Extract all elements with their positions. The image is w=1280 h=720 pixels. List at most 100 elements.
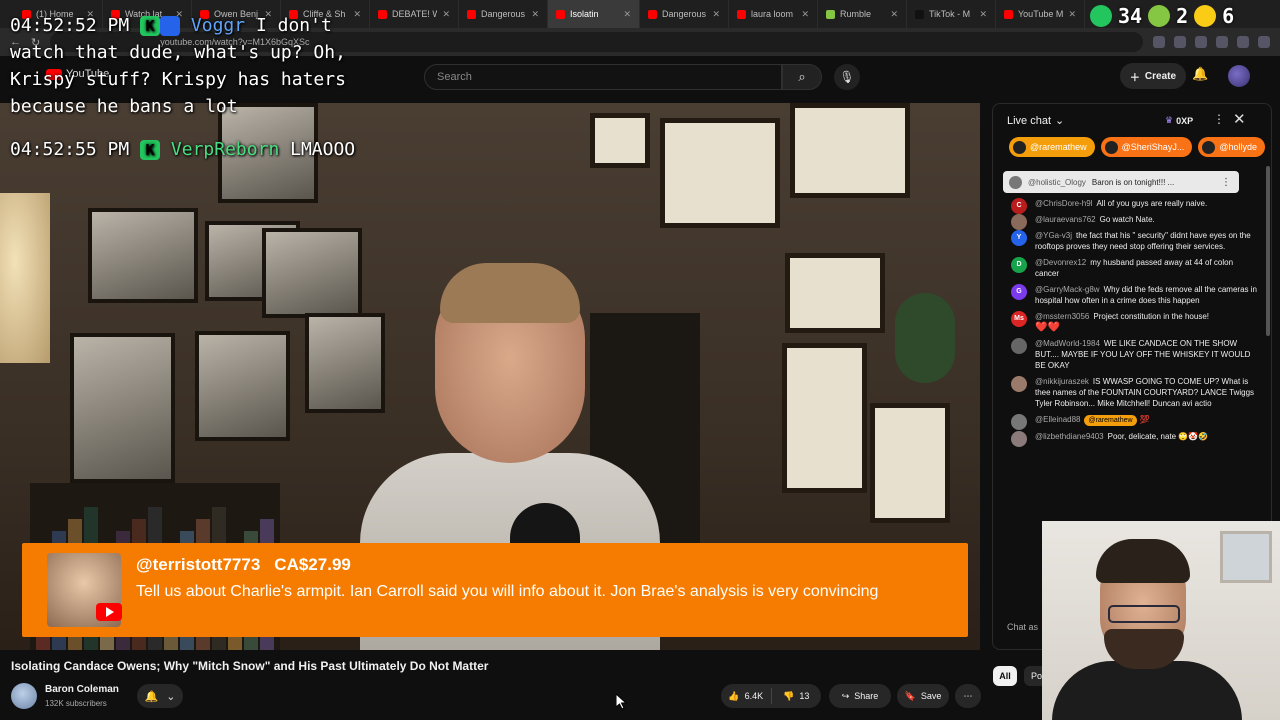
browser-tab[interactable]: Dangerous ✕	[640, 0, 729, 28]
stream-counters: 34 2 6	[1090, 4, 1234, 28]
overlay-username: VerpReborn	[170, 139, 280, 160]
chat-message[interactable]: Ms @msstern3056 Project constitution in th…	[1007, 311, 1257, 333]
live-chat-dropdown[interactable]: Live chat ⌄	[1007, 114, 1064, 128]
chat-menu-button[interactable]: ⋮	[1213, 112, 1225, 126]
chat-username[interactable]: @nikkijuraszek	[1035, 377, 1089, 386]
chat-username[interactable]: @MadWorld-1984	[1035, 339, 1100, 348]
chat-avatar	[1011, 214, 1027, 230]
tab-favicon-icon	[737, 9, 746, 19]
extension-icon[interactable]	[1174, 36, 1186, 48]
chat-message[interactable]: @lizbethdiane9403 Poor, delicate, nate 🙄🤡…	[1007, 431, 1257, 447]
search-input[interactable]: Search	[424, 64, 782, 90]
chat-message[interactable]: G @GarryMack-g8w Why did the feds remove a…	[1007, 284, 1257, 306]
ticker-label: @raremathew	[1030, 142, 1087, 152]
chevron-down-icon: ⌄	[166, 690, 176, 703]
tab-close-icon[interactable]: ✕	[979, 9, 987, 20]
save-button[interactable]: 🔖 Save	[897, 684, 949, 708]
like-button[interactable]: 👍 6.4K	[721, 688, 772, 704]
chat-avatar: G	[1011, 284, 1027, 300]
browser-tab[interactable]: Isolatin ✕	[548, 0, 640, 28]
tab-close-icon[interactable]: ✕	[712, 9, 720, 20]
voice-search-button[interactable]: 🎙	[834, 64, 860, 90]
user-badge-icon	[160, 16, 181, 36]
browser-tab[interactable]: laura loom ✕	[729, 0, 818, 28]
filter-chip-all[interactable]: All	[993, 666, 1017, 686]
tab-favicon-icon	[1004, 9, 1013, 19]
chat-username[interactable]: @Elleinad88	[1035, 415, 1080, 424]
search-icon: ⌕	[798, 69, 806, 84]
extension-icon[interactable]	[1195, 36, 1207, 48]
plus-icon: ＋	[1129, 72, 1140, 84]
youtube-play-icon	[96, 603, 122, 621]
chat-username[interactable]: @ChrisDore-h9l	[1035, 199, 1092, 208]
browser-tab[interactable]: YouTube M ✕	[996, 0, 1085, 28]
tab-close-icon[interactable]: ✕	[531, 9, 539, 20]
extension-icon[interactable]	[1153, 36, 1165, 48]
more-actions-button[interactable]: ⋯	[955, 684, 981, 708]
chat-message[interactable]: @lauraevans762 Go watch Nate.	[1007, 214, 1257, 230]
extension-icon[interactable]	[1237, 36, 1249, 48]
browser-tab[interactable]: TikTok - M ✕	[907, 0, 996, 28]
account-avatar[interactable]	[1228, 65, 1250, 87]
chat-text: All of you guys are really naive.	[1096, 199, 1208, 208]
chat-message[interactable]: Y @YGa-v3j the fact that his " security" d…	[1007, 230, 1257, 252]
overlay-username: Voggr	[190, 15, 246, 36]
chat-mention[interactable]: @raremathew	[1084, 415, 1137, 426]
browser-tab[interactable]: Dangerous ✕	[459, 0, 548, 28]
channel-name[interactable]: Baron Coleman	[45, 684, 119, 695]
more-vertical-icon[interactable]: ⋮	[1221, 177, 1231, 188]
chat-message[interactable]: @Elleinad88 @raremathew 💯	[1007, 414, 1257, 430]
xp-value: 0XP	[1176, 115, 1194, 126]
pinned-avatar	[1009, 175, 1022, 189]
kick-badge-icon: K	[140, 16, 161, 36]
tab-close-icon[interactable]: ✕	[1068, 9, 1076, 20]
thumbs-down-icon: 👎	[783, 690, 795, 701]
tab-favicon-icon	[556, 9, 565, 19]
bookmark-icon: 🔖	[904, 690, 916, 701]
viewer-icon	[1194, 5, 1217, 27]
dislike-button[interactable]: 👎 13	[772, 691, 822, 702]
chat-xp-badge[interactable]: ♛ 0XP	[1165, 115, 1193, 126]
tab-close-icon[interactable]: ✕	[890, 9, 898, 20]
create-button[interactable]: ＋ Create	[1120, 63, 1186, 89]
chat-avatar: Ms	[1011, 311, 1027, 327]
chat-username[interactable]: @msstern3056	[1035, 312, 1089, 321]
subscribed-notification-button[interactable]: 🔔 ⌄	[137, 684, 183, 708]
ticker-avatar	[1202, 140, 1216, 154]
video-title: Isolating Candace Owens; Why "Mitch Snow…	[11, 659, 489, 673]
chat-message[interactable]: D @Devonrex12 my husband passed away at 44…	[1007, 257, 1257, 279]
extension-icon[interactable]	[1216, 36, 1228, 48]
tab-favicon-icon	[826, 9, 835, 19]
search-button[interactable]: ⌕	[782, 64, 822, 90]
chat-username[interactable]: @lauraevans762	[1035, 215, 1096, 224]
tab-label: Isolatin	[570, 9, 599, 19]
super-chat-ticker[interactable]: @SheriShayJ...	[1100, 137, 1193, 157]
tab-label: Dangerous	[481, 9, 526, 19]
chat-message[interactable]: @nikkijuraszek IS WWASP GOING TO COME UP?…	[1007, 376, 1257, 409]
microphone-icon: 🎙	[839, 70, 855, 84]
extension-icon[interactable]	[1258, 36, 1270, 48]
share-button[interactable]: ↪ Share	[829, 684, 891, 708]
super-chat-ticker[interactable]: @raremathew	[1009, 137, 1095, 157]
tab-close-icon[interactable]: ✕	[801, 9, 809, 20]
chat-username[interactable]: @Devonrex12	[1035, 258, 1086, 267]
ticker-avatar	[1013, 140, 1026, 154]
channel-avatar[interactable]	[11, 683, 37, 709]
pinned-message[interactable]: @holistic_Ology Baron is on tonight!!! .…	[1003, 171, 1239, 193]
chat-scrollbar[interactable]	[1266, 166, 1270, 336]
notifications-button[interactable]: 🔔	[1192, 66, 1208, 82]
chat-input[interactable]: Chat as	[1007, 622, 1038, 632]
chat-message[interactable]: @MadWorld-1984 WE LIKE CANDACE ON THE SHO…	[1007, 338, 1257, 371]
chat-username[interactable]: @GarryMack-g8w	[1035, 285, 1100, 294]
chat-close-button[interactable]: ✕	[1233, 110, 1246, 128]
wall-photo	[195, 331, 290, 441]
chat-username[interactable]: @lizbethdiane9403	[1035, 432, 1104, 441]
chat-username[interactable]: @YGa-v3j	[1035, 231, 1072, 240]
overlay-timestamp: 04:52:52 PM	[10, 15, 130, 36]
bell-icon: 🔔	[1192, 66, 1209, 81]
browser-tab[interactable]: Rumble ✕	[818, 0, 907, 28]
tab-close-icon[interactable]: ✕	[442, 9, 450, 20]
chat-message[interactable]: C @ChrisDore-h9l All of you guys are reall…	[1007, 198, 1257, 214]
super-chat-ticker[interactable]: @hollyde	[1198, 137, 1265, 157]
tab-close-icon[interactable]: ✕	[623, 9, 631, 20]
